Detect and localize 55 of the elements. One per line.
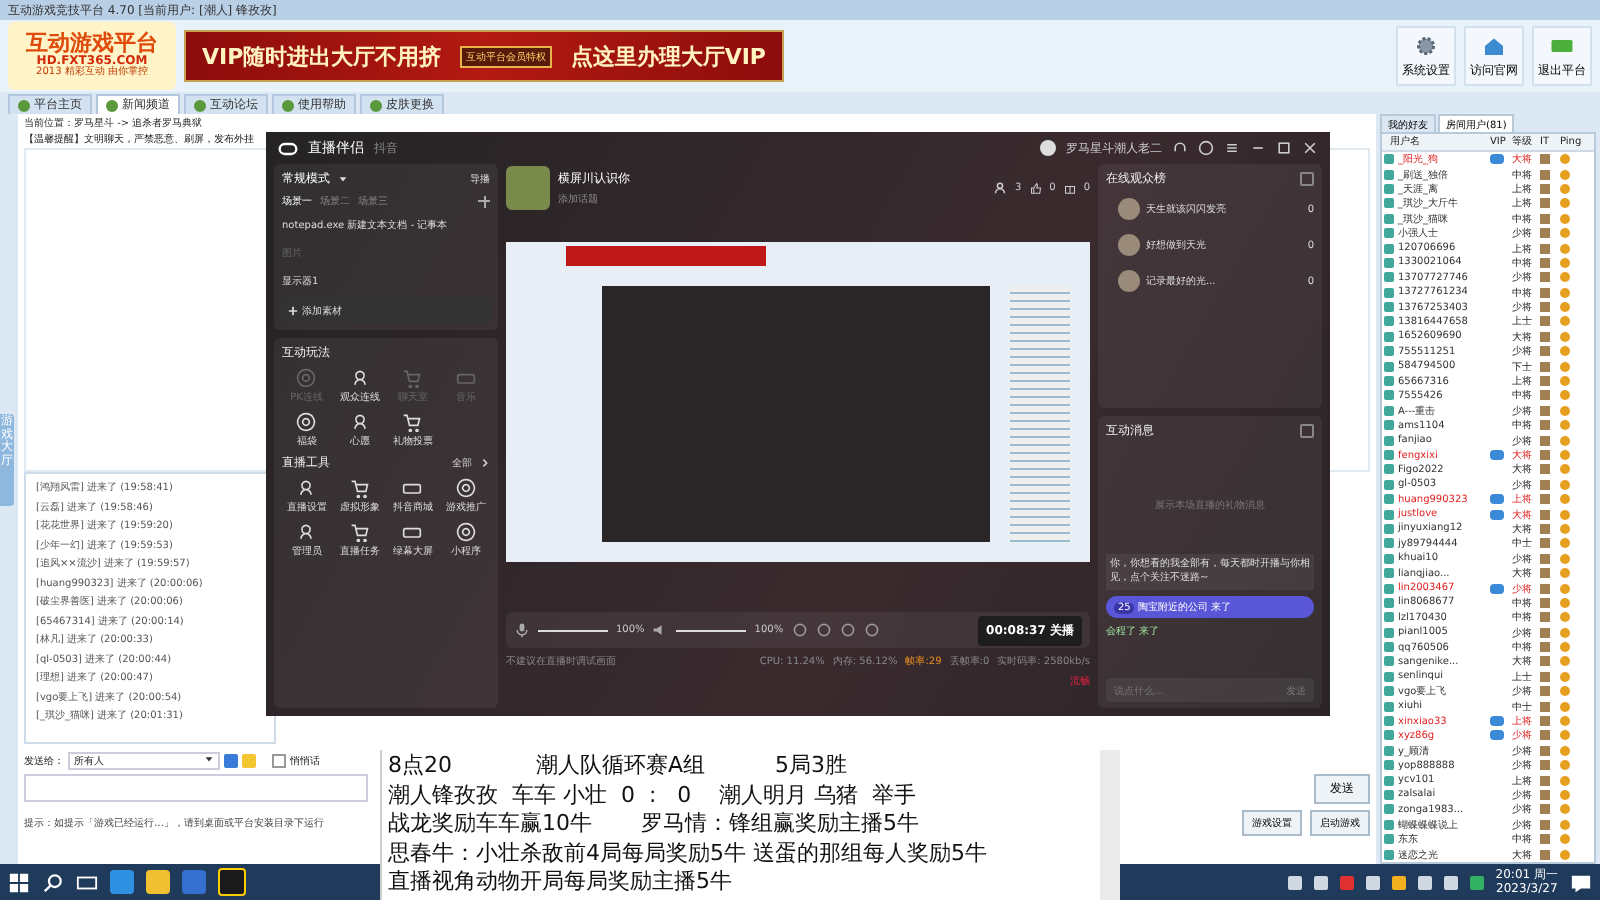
- start-icon[interactable]: [8, 871, 30, 893]
- microphone-icon[interactable]: [514, 622, 530, 638]
- notepad-text-line: 战龙奖励车车赢10牛 罗马情：锋组赢奖励主播5牛: [388, 810, 921, 839]
- tool-icon: [296, 522, 317, 542]
- headset-icon[interactable]: [1172, 140, 1188, 156]
- feature-icon: [402, 412, 423, 432]
- vip-icon: [1490, 154, 1504, 165]
- menu-icon[interactable]: [1224, 140, 1240, 156]
- whisper-checkbox[interactable]: [272, 753, 286, 767]
- person-icon: [994, 182, 1007, 194]
- gift-icon: [1063, 182, 1076, 194]
- thumbs-up-icon: [1029, 182, 1042, 194]
- popout-icon[interactable]: [1300, 172, 1314, 186]
- feature-icon: [455, 368, 476, 388]
- tool-icon: [455, 478, 476, 498]
- help-icon[interactable]: [1198, 140, 1214, 156]
- tool-icon: [402, 522, 423, 542]
- maximize-icon[interactable]: [1276, 140, 1292, 156]
- notepad-text-line: 8点20 潮人队循环赛A组 5局3胜: [388, 752, 849, 781]
- notification-icon[interactable]: [1570, 871, 1592, 893]
- caret-icon: [204, 753, 214, 763]
- notepad-text-line: 思春牛：小壮杀敌前4局每局奖励5牛 送蛋的那组每人奖励5牛: [388, 839, 989, 868]
- viewer-avatar: [1118, 198, 1140, 220]
- gear-icon: [1414, 33, 1438, 57]
- feature-icon: [296, 412, 317, 432]
- tool-icon: [455, 522, 476, 542]
- close-icon[interactable]: [1302, 140, 1318, 156]
- caret-icon[interactable]: [338, 174, 348, 184]
- popout-icon[interactable]: [1300, 424, 1314, 438]
- message-input[interactable]: [24, 774, 368, 802]
- scroll-bar[interactable]: [1100, 750, 1120, 900]
- task-view-icon[interactable]: [76, 871, 98, 893]
- viewer-avatar: [1118, 270, 1140, 292]
- account-avatar[interactable]: [1040, 140, 1056, 156]
- house-icon: [1482, 33, 1506, 57]
- app-logo-icon: [278, 141, 298, 155]
- vip-icon: [1490, 450, 1504, 460]
- feature-icon: [402, 368, 423, 388]
- chevron-icon[interactable]: [480, 458, 490, 468]
- font-icon[interactable]: [224, 753, 238, 767]
- tool-icon: [349, 478, 370, 498]
- notepad-text-line: 潮人锋孜孜 车车 小壮 0 : 0 潮人明月 乌猪 举手: [388, 781, 919, 810]
- vip-icon: [1490, 583, 1504, 594]
- viewer-avatar: [1118, 234, 1140, 256]
- tool-icon: [296, 478, 317, 498]
- search-icon[interactable]: [42, 871, 64, 893]
- add-scene-icon[interactable]: [478, 195, 490, 207]
- feature-icon: [349, 368, 370, 388]
- taskbar-app-icon[interactable]: [218, 868, 246, 896]
- notepad-text-line: 直播视角动物开局每局奖励主播5牛: [388, 868, 734, 897]
- feature-icon: [349, 412, 370, 432]
- feature-icon: [296, 368, 317, 388]
- tool-icon: [349, 522, 370, 542]
- plus-icon: [288, 306, 298, 316]
- tool-icon: [402, 478, 423, 498]
